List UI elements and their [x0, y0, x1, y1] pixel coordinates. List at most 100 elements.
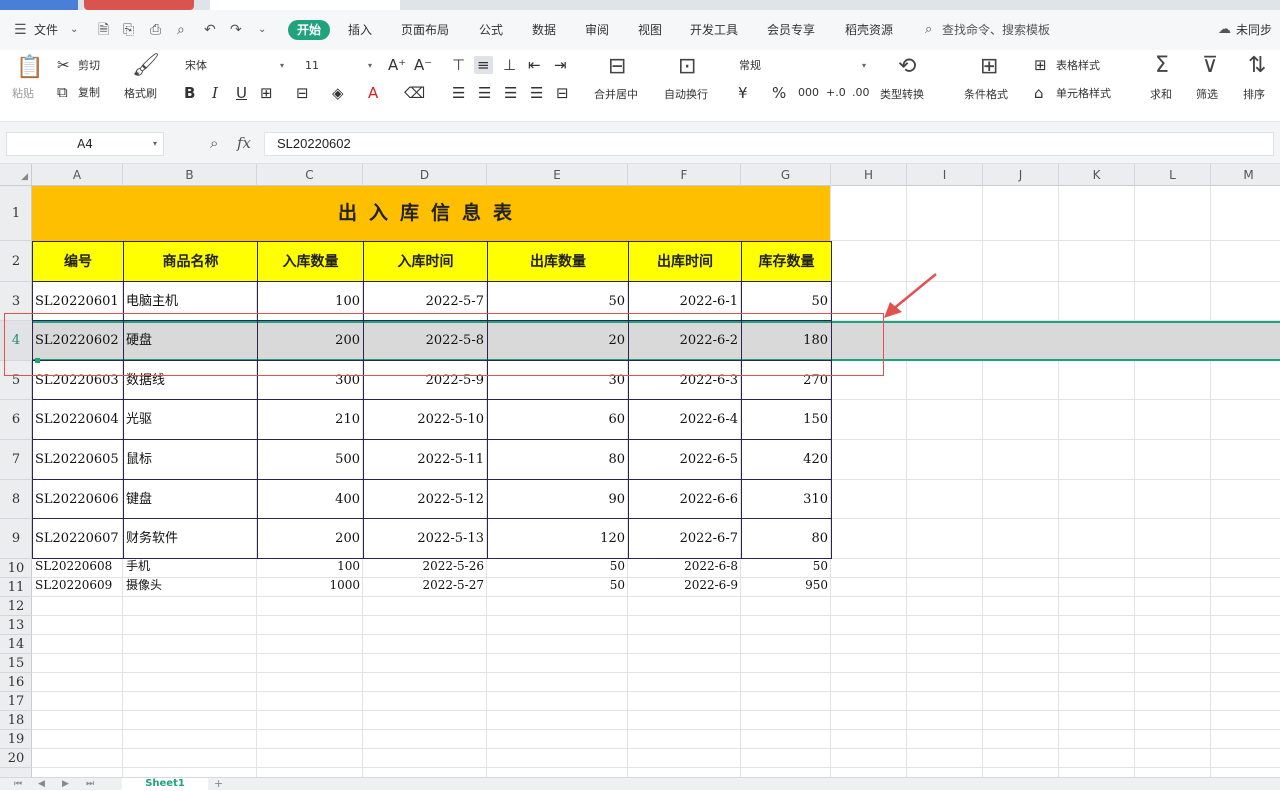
align-left-icon[interactable]: ☰ [452, 84, 465, 102]
align-center-icon[interactable]: ☰ [478, 84, 491, 102]
table-cell[interactable]: 手机 [123, 559, 257, 578]
row-header-10[interactable]: 10 [0, 559, 32, 578]
number-format-select[interactable]: 常规 ▾ [732, 56, 872, 76]
cell-style-button[interactable]: 单元格样式 [1056, 87, 1111, 101]
scissors-icon[interactable]: ✂ [57, 56, 70, 74]
last-sheet-icon[interactable]: ⏭ [86, 778, 94, 790]
bold-button[interactable]: B [184, 84, 195, 102]
fx-icon[interactable]: fx [237, 134, 251, 152]
table-cell[interactable]: SL20220606 [32, 480, 123, 519]
command-search[interactable]: 查找命令、搜索模板 [942, 21, 1050, 39]
table-header-cell[interactable]: 出库数量 [487, 241, 629, 282]
table-cell[interactable]: 310 [741, 480, 831, 519]
table-cell[interactable]: 20 [487, 321, 628, 361]
table-cell[interactable]: 500 [257, 440, 363, 480]
formula-input[interactable]: SL20220602 [264, 132, 1274, 156]
tab-view[interactable]: 视图 [638, 21, 662, 39]
table-header-cell[interactable]: 编号 [32, 241, 124, 282]
cell-style-icon[interactable]: ⊟ [296, 84, 309, 102]
tab-home[interactable]: 开始 [288, 20, 331, 40]
wrap-text-button[interactable]: 自动换行 [664, 88, 708, 102]
sort-icon[interactable]: ⇅ [1248, 54, 1266, 78]
window-tab-2[interactable] [84, 0, 194, 10]
column-header-d[interactable]: D [363, 164, 487, 186]
column-header-i[interactable]: I [907, 164, 983, 186]
sum-icon[interactable]: Σ [1155, 54, 1169, 78]
table-cell[interactable]: 2022-6-5 [628, 440, 741, 480]
table-cell[interactable]: 50 [487, 578, 628, 597]
indent-increase-icon[interactable]: ⇥ [554, 56, 567, 74]
row-header-5[interactable]: 5 [0, 361, 32, 400]
table-cell[interactable]: 50 [741, 559, 831, 578]
customize-icon[interactable]: ⌄ [258, 21, 266, 39]
table-cell[interactable]: 数据线 [123, 361, 257, 400]
redo-icon[interactable]: ↷ [230, 21, 242, 39]
column-header-h[interactable]: H [831, 164, 907, 186]
align-middle-icon[interactable]: ≡ [474, 56, 493, 74]
row-header-2[interactable]: 2 [0, 241, 32, 282]
table-cell[interactable]: 2022-6-6 [628, 480, 741, 519]
row-header-12[interactable]: 12 [0, 597, 32, 616]
tab-developer[interactable]: 开发工具 [690, 21, 738, 39]
table-cell[interactable]: 2022-5-8 [363, 321, 487, 361]
decrease-font-icon[interactable]: A⁻ [414, 56, 432, 74]
tab-formulas[interactable]: 公式 [479, 21, 503, 39]
row-header-13[interactable]: 13 [0, 616, 32, 635]
tab-data[interactable]: 数据 [532, 21, 556, 39]
table-cell[interactable]: SL20220601 [32, 282, 123, 321]
clear-format-icon[interactable]: ⌫ [404, 84, 425, 102]
column-header-c[interactable]: C [257, 164, 363, 186]
cell-area[interactable]: 出入库信息表 编号 商品名称 入库数量 入库时间 出库数量 出库时间 库存数量 SL20220… [4, 186, 1280, 777]
table-cell[interactable]: 950 [741, 578, 831, 597]
table-cell[interactable]: 电脑主机 [123, 282, 257, 321]
row-header-18[interactable]: 18 [0, 711, 32, 730]
filter-icon[interactable]: ⊽ [1202, 54, 1218, 78]
table-cell[interactable]: 2022-5-11 [363, 440, 487, 480]
row-header-19[interactable]: 19 [0, 730, 32, 749]
filter-button[interactable]: 筛选 [1196, 88, 1218, 102]
table-cell[interactable]: 420 [741, 440, 831, 480]
table-cell[interactable]: 270 [741, 361, 831, 400]
column-header-e[interactable]: E [487, 164, 628, 186]
currency-icon[interactable]: ¥ [738, 84, 748, 102]
row-header-7[interactable]: 7 [0, 440, 32, 480]
cut-button[interactable]: 剪切 [78, 59, 100, 73]
table-cell[interactable]: 财务软件 [123, 519, 257, 559]
table-cell[interactable]: 摄像头 [123, 578, 257, 597]
row-header-11[interactable]: 11 [0, 578, 32, 597]
font-name-select[interactable]: 宋体 ▾ [178, 56, 290, 76]
window-tab-1[interactable] [0, 0, 78, 10]
merge-center-button[interactable]: 合并居中 [594, 88, 638, 102]
table-cell[interactable]: SL20220604 [32, 400, 123, 440]
table-cell[interactable]: 2022-6-2 [628, 321, 741, 361]
copy-button[interactable]: 复制 [78, 86, 100, 100]
table-cell[interactable]: 100 [257, 559, 363, 578]
row-header-16[interactable]: 16 [0, 673, 32, 692]
row-header-9[interactable]: 9 [0, 519, 32, 559]
table-cell[interactable]: 150 [741, 400, 831, 440]
conditional-format-icon[interactable]: ⊞ [980, 55, 998, 79]
tab-insert[interactable]: 插入 [348, 21, 372, 39]
format-painter-button[interactable]: 格式刷 [124, 87, 157, 101]
table-cell[interactable]: 300 [257, 361, 363, 400]
tab-page-layout[interactable]: 页面布局 [401, 21, 449, 39]
cell-style-icon[interactable]: ⌂ [1034, 84, 1044, 102]
add-sheet-icon[interactable]: + [214, 778, 223, 790]
font-size-select[interactable]: 11 ▾ [298, 56, 378, 76]
file-menu[interactable]: 文件 [34, 21, 58, 39]
decrease-decimal-icon[interactable]: .00 [852, 86, 870, 100]
align-top-icon[interactable]: ⊤ [452, 56, 465, 74]
table-cell[interactable]: SL20220609 [32, 578, 123, 597]
table-cell[interactable]: 80 [487, 440, 628, 480]
table-cell[interactable]: 光驱 [123, 400, 257, 440]
print-icon[interactable]: ⎙ [150, 21, 161, 39]
sort-button[interactable]: 排序 [1243, 88, 1265, 102]
zoom-icon[interactable]: ⌕ [210, 134, 218, 152]
underline-button[interactable]: U [236, 84, 247, 102]
table-header-cell[interactable]: 入库数量 [257, 241, 364, 282]
table-cell[interactable]: 2022-6-3 [628, 361, 741, 400]
row-header-8[interactable]: 8 [0, 480, 32, 519]
row-header-15[interactable]: 15 [0, 654, 32, 673]
copy-icon[interactable]: ⧉ [57, 83, 68, 101]
table-cell[interactable]: 50 [741, 282, 831, 321]
